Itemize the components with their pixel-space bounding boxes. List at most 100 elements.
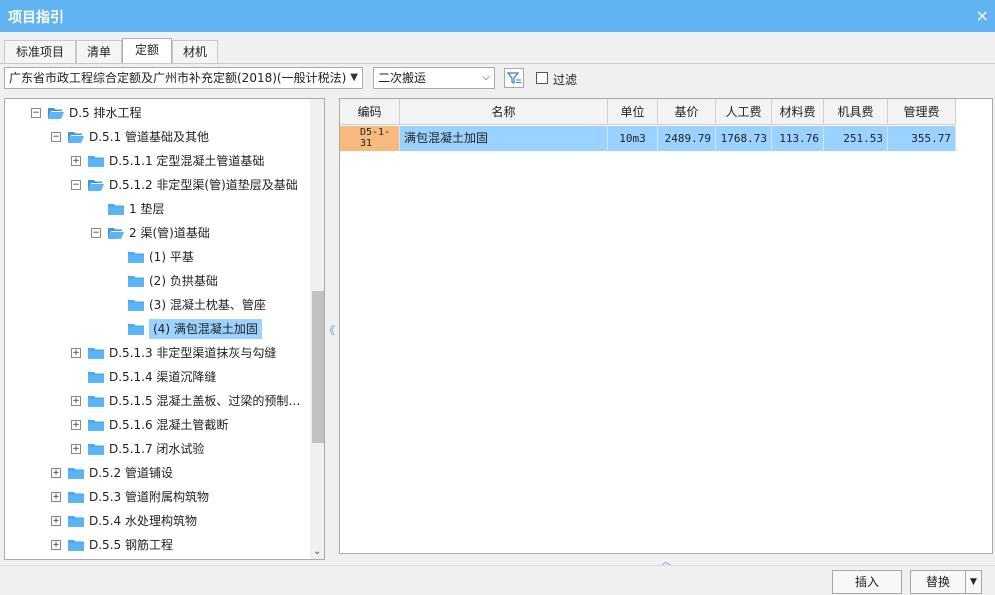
replace-button[interactable]: 替换 <box>910 570 966 594</box>
header-code[interactable]: 编码 <box>340 99 400 125</box>
collapse-icon[interactable]: − <box>71 180 81 190</box>
grid-header: 编码 名称 单位 基价 人工费 材料费 机具费 管理费 <box>340 99 956 125</box>
tree-node[interactable]: + D.5.5 钢筋工程 <box>5 535 305 555</box>
folder-icon <box>68 538 84 551</box>
tree-node[interactable]: + D.5.1.3 非定型渠道抹灰与勾缝 <box>5 343 305 363</box>
tree-node[interactable]: − D.5.1.2 非定型渠(管)道垫层及基础 <box>5 175 305 195</box>
tab-standard-items[interactable]: 标准项目 <box>4 40 76 64</box>
cell-unit: 10m3 <box>608 126 658 151</box>
header-machine[interactable]: 机具费 <box>824 99 888 125</box>
title-bar: 项目指引 × <box>0 0 995 32</box>
bottom-bar: 插入 替换 ▼ <box>0 565 995 595</box>
folder-icon <box>88 442 104 455</box>
close-icon[interactable]: × <box>976 6 989 25</box>
tree-node[interactable]: − 2 渠(管)道基础 <box>5 223 305 243</box>
tree-scrollbar[interactable]: ⌄ <box>310 99 324 559</box>
tree-node-label: D.5 排水工程 <box>69 106 142 120</box>
cell-management: 355.77 <box>888 126 956 151</box>
collapse-left-icon[interactable]: 《 <box>324 322 335 338</box>
cell-base-price: 2489.79 <box>658 126 716 151</box>
expand-icon[interactable]: + <box>71 348 81 358</box>
header-base-price[interactable]: 基价 <box>658 99 716 125</box>
tab-bill[interactable]: 清单 <box>76 40 122 64</box>
chevron-down-icon: ▼ <box>350 72 358 83</box>
quota-grid: 编码 名称 单位 基价 人工费 材料费 机具费 管理费 D5-1- 31 满包混… <box>339 98 993 554</box>
tree-node[interactable]: + D.5.1.7 闭水试验 <box>5 439 305 459</box>
window-title: 项目指引 <box>8 10 64 26</box>
tree-node-label: D.5.2 管道铺设 <box>89 466 173 480</box>
tree-node[interactable]: + D.5.1.1 定型混凝土管道基础 <box>5 151 305 171</box>
table-row[interactable]: D5-1- 31 满包混凝土加固 10m3 2489.79 1768.73 11… <box>340 126 956 151</box>
folder-icon <box>68 490 84 503</box>
header-unit[interactable]: 单位 <box>608 99 658 125</box>
replace-dropdown-button[interactable]: ▼ <box>965 570 982 594</box>
folder-icon <box>88 418 104 431</box>
collapse-icon[interactable]: − <box>31 108 41 118</box>
folder-icon <box>88 154 104 167</box>
filter-checkbox[interactable] <box>536 72 548 84</box>
tree-node[interactable]: + D.5.1.6 混凝土管截断 <box>5 415 305 435</box>
folder-open-icon <box>108 226 124 239</box>
header-labor[interactable]: 人工费 <box>716 99 772 125</box>
tree-node[interactable]: + D.5.1.5 混凝土盖板、过梁的预制… <box>5 391 305 411</box>
expand-icon[interactable]: + <box>51 516 61 526</box>
folder-icon <box>108 202 124 215</box>
folder-icon <box>128 250 144 263</box>
tree-node[interactable]: (2) 负拱基础 <box>5 271 305 291</box>
expand-icon[interactable]: + <box>51 540 61 550</box>
chevron-down-icon: ⌵ <box>482 72 490 83</box>
category-tree: − D.5 排水工程 − D.5.1 管道基础及其他 + D.5.1.1 定型混凝土管道基… <box>4 98 325 560</box>
expand-icon[interactable]: + <box>51 468 61 478</box>
filter-button[interactable] <box>504 68 524 88</box>
cell-code: D5-1- 31 <box>340 126 400 151</box>
expand-icon[interactable]: + <box>71 396 81 406</box>
collapse-icon[interactable]: − <box>91 228 101 238</box>
tree-node-label: D.5.1.5 混凝土盖板、过梁的预制… <box>109 394 301 408</box>
insert-button[interactable]: 插入 <box>832 570 902 594</box>
collapse-icon[interactable]: − <box>51 132 61 142</box>
search-combobox[interactable]: 二次搬运 ⌵ <box>373 67 495 89</box>
cell-code-line1: D5-1- <box>360 127 391 138</box>
tree-node[interactable]: + D.5.3 管道附属构筑物 <box>5 487 305 507</box>
tab-quota[interactable]: 定额 <box>122 38 172 64</box>
tree-node[interactable]: D.5.1.4 渠道沉降缝 <box>5 367 305 387</box>
header-management[interactable]: 管理费 <box>888 99 956 125</box>
tree-node-label: D.5.1.4 渠道沉降缝 <box>109 370 217 384</box>
chevron-down-icon: ▼ <box>970 577 977 587</box>
cell-material: 113.76 <box>772 126 824 151</box>
tree-node[interactable]: 1 垫层 <box>5 199 305 219</box>
tree-node[interactable]: − D.5.1 管道基础及其他 <box>5 127 305 147</box>
chevron-down-icon[interactable]: ⌄ <box>313 546 321 557</box>
tree-node-label: D.5.3 管道附属构筑物 <box>89 490 209 504</box>
tree-node-label: D.5.1.3 非定型渠道抹灰与勾缝 <box>109 346 277 360</box>
cell-machine: 251.53 <box>824 126 888 151</box>
tree-node[interactable]: (1) 平基 <box>5 247 305 267</box>
cell-code-line2: 31 <box>360 138 373 149</box>
folder-open-icon <box>68 130 84 143</box>
tree-node[interactable]: + D.5.4 水处理构筑物 <box>5 511 305 531</box>
funnel-icon <box>506 72 521 84</box>
expand-icon[interactable]: + <box>71 156 81 166</box>
tree-node-label: D.5.1.2 非定型渠(管)道垫层及基础 <box>109 178 298 192</box>
header-material[interactable]: 材料费 <box>772 99 824 125</box>
folder-icon <box>88 394 104 407</box>
header-name[interactable]: 名称 <box>400 99 608 125</box>
cell-labor: 1768.73 <box>716 126 772 151</box>
tree-node-label: 1 垫层 <box>129 202 165 216</box>
tree-node-label: D.5.1.1 定型混凝土管道基础 <box>109 154 265 168</box>
expand-icon[interactable]: + <box>71 444 81 454</box>
tree-node[interactable]: (4) 满包混凝土加固 <box>5 319 305 339</box>
tree-node[interactable]: (3) 混凝土枕基、管座 <box>5 295 305 315</box>
tree-node[interactable]: + D.5.2 管道铺设 <box>5 463 305 483</box>
tree-node-label: (1) 平基 <box>149 250 194 264</box>
folder-icon <box>128 322 144 335</box>
expand-icon[interactable]: + <box>71 420 81 430</box>
folder-icon <box>128 274 144 287</box>
tree-node[interactable]: − D.5 排水工程 <box>5 103 305 123</box>
tab-materials[interactable]: 材机 <box>172 40 218 64</box>
expand-icon[interactable]: + <box>51 492 61 502</box>
scrollbar-thumb[interactable] <box>312 291 324 443</box>
quota-library-select[interactable]: 广东省市政工程综合定额及广州市补充定额(2018)(一般计税法) ▼ <box>4 67 363 89</box>
search-value: 二次搬运 <box>378 71 427 85</box>
folder-icon <box>88 346 104 359</box>
